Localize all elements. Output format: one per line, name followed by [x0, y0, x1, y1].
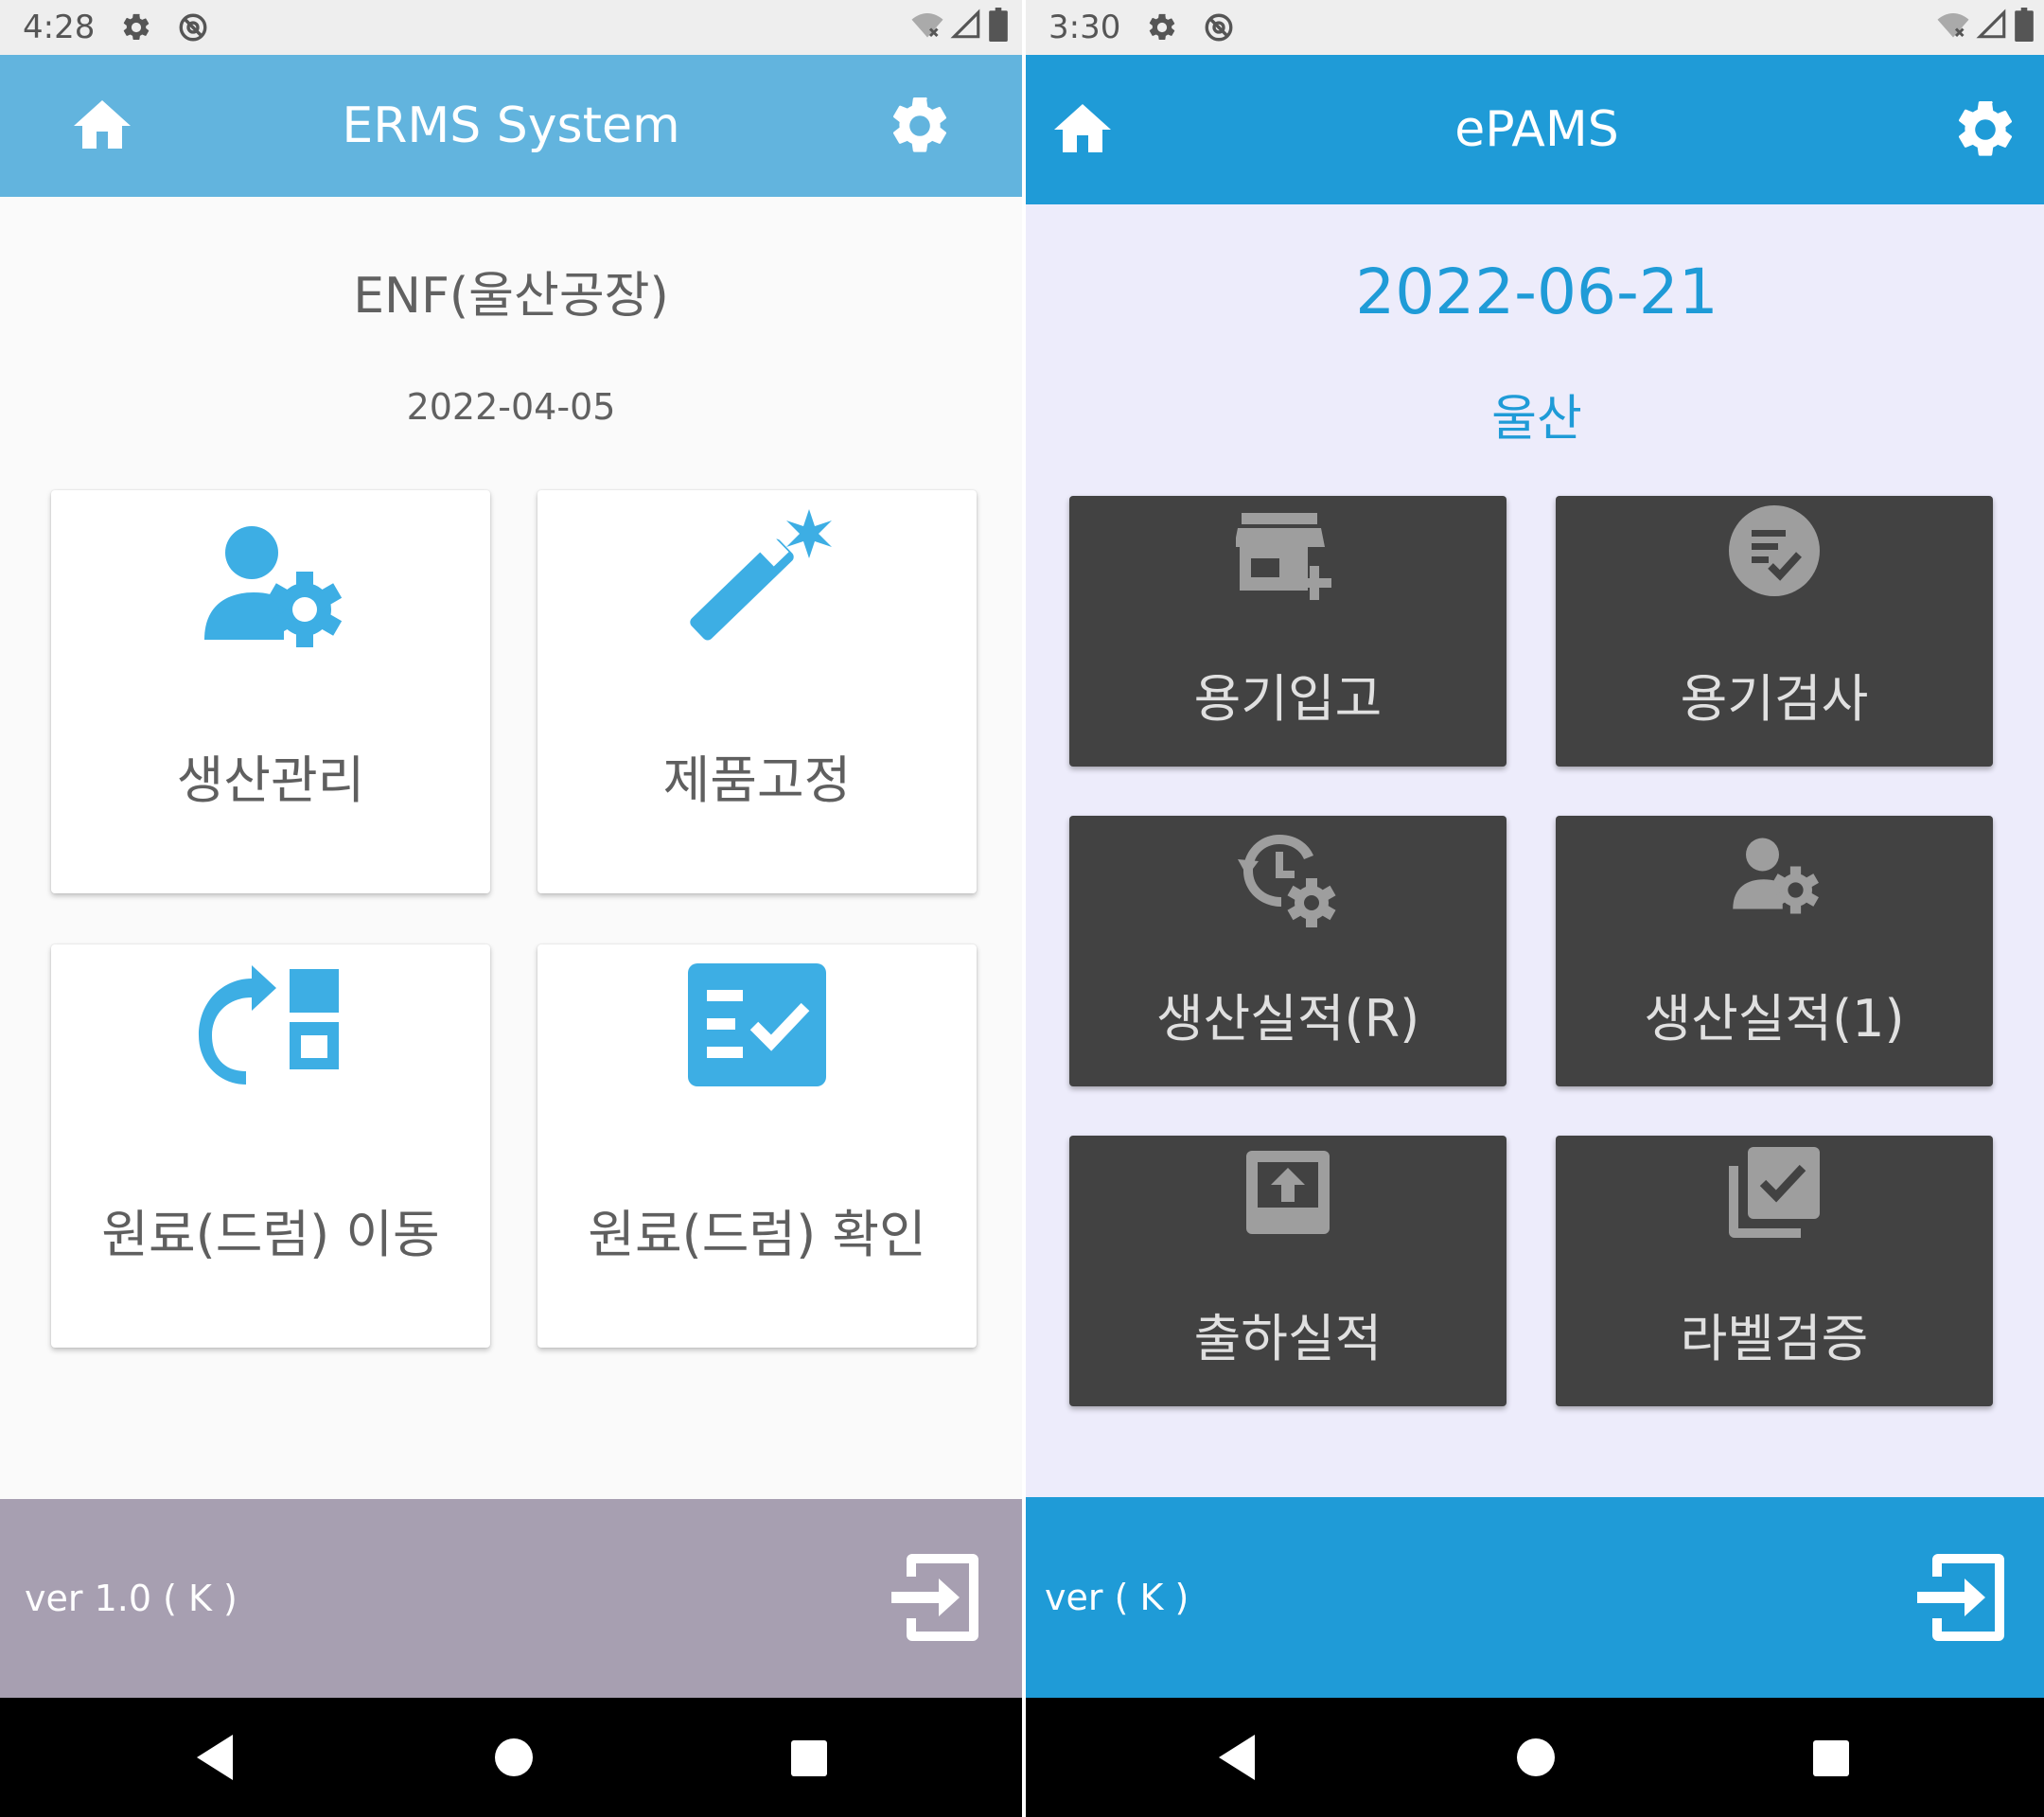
menu-label: 원료(드럼) 확인	[588, 1205, 926, 1264]
wifi-off-icon	[910, 8, 944, 45]
magic-wand-icon	[677, 500, 837, 655]
menu-card-container-inspection[interactable]: 용기검사	[1556, 496, 1993, 767]
app-bar: ERMS System	[0, 55, 1022, 197]
version-text: ver ( K )	[1045, 1577, 1189, 1618]
status-time: 3:30	[1048, 9, 1121, 46]
home-nav-button[interactable]	[1507, 1729, 1564, 1786]
wifi-off-icon	[1936, 8, 1970, 45]
menu-label: 제품고정	[662, 750, 852, 810]
menu-label: 원료(드럼) 이동	[101, 1205, 440, 1264]
recents-square-icon	[791, 1740, 827, 1776]
upload-tray-icon	[1244, 1149, 1331, 1240]
footer-bar: ver 1.0 ( K )	[0, 1499, 1022, 1698]
menu-card-container-receiving[interactable]: 용기입고	[1069, 496, 1507, 767]
menu-label: 출하실적	[1193, 1309, 1383, 1368]
sync-off-icon	[1200, 9, 1238, 46]
menu-card-material-check[interactable]: 원료(드럼) 확인	[537, 944, 977, 1348]
footer-bar: ver ( K )	[1026, 1497, 2044, 1698]
home-button[interactable]	[1048, 96, 1117, 164]
home-circle-icon	[495, 1738, 533, 1776]
signal-icon	[950, 9, 982, 44]
settings-notification-icon	[1143, 9, 1181, 46]
site-name: 울산	[1491, 391, 1582, 448]
home-button[interactable]	[68, 92, 136, 160]
checklist-icon	[688, 963, 826, 1090]
signal-icon	[1976, 9, 2008, 44]
menu-card-product-fix[interactable]: 제품고정	[537, 490, 977, 893]
library-check-icon	[1727, 1145, 1822, 1244]
gear-icon	[892, 97, 947, 152]
company-name: ENF(울산공장)	[353, 268, 669, 325]
status-time: 4:28	[23, 9, 96, 46]
settings-button[interactable]	[1951, 96, 2019, 164]
menu-card-material-move[interactable]: 원료(드럼) 이동	[51, 944, 490, 1348]
menu-card-production-management[interactable]: 생산관리	[51, 490, 490, 893]
battery-icon	[2014, 8, 2035, 45]
current-date: 2022-04-05	[406, 386, 616, 428]
menu-label: 생산관리	[176, 750, 365, 810]
check-circle-list-icon	[1727, 503, 1822, 602]
home-icon	[1054, 104, 1111, 152]
menu-label: 라벨검증	[1680, 1309, 1869, 1368]
battery-icon	[988, 8, 1009, 45]
epams-phone-screen: 3:30 ePAMS 2022-06-21 울산 용기입고 용기검사 생산실적(…	[1026, 0, 2044, 1817]
back-button[interactable]	[1211, 1729, 1268, 1786]
logout-button[interactable]	[886, 1548, 984, 1647]
current-date: 2022-06-21	[1355, 256, 1718, 328]
gear-icon	[1958, 100, 2013, 156]
app-title: ERMS System	[342, 97, 680, 154]
status-bar: 3:30	[1026, 0, 2044, 55]
menu-label: 용기검사	[1680, 669, 1869, 729]
back-triangle-icon	[197, 1735, 233, 1780]
history-settings-icon	[1236, 827, 1340, 935]
home-icon	[74, 100, 131, 149]
menu-card-production-result-1[interactable]: 생산실적(1)	[1556, 816, 1993, 1086]
home-nav-button[interactable]	[485, 1729, 542, 1786]
sync-off-icon	[174, 9, 212, 46]
android-nav-bar	[1026, 1698, 2044, 1817]
back-button[interactable]	[189, 1729, 246, 1786]
version-text: ver 1.0 ( K )	[25, 1578, 238, 1619]
move-items-icon	[195, 961, 346, 1088]
home-circle-icon	[1517, 1738, 1555, 1776]
logout-button[interactable]	[1912, 1548, 2010, 1647]
store-add-icon	[1234, 509, 1340, 608]
android-nav-bar	[0, 1698, 1022, 1817]
menu-card-shipment-result[interactable]: 출하실적	[1069, 1136, 1507, 1406]
app-bar: ePAMS	[1026, 55, 2044, 204]
exit-icon	[1917, 1554, 2004, 1641]
recents-square-icon	[1813, 1740, 1849, 1776]
app-title: ePAMS	[1454, 101, 1619, 158]
settings-button[interactable]	[886, 92, 954, 160]
menu-card-production-result-r[interactable]: 생산실적(R)	[1069, 816, 1507, 1086]
status-bar: 4:28	[0, 0, 1022, 55]
recents-button[interactable]	[1802, 1729, 1859, 1786]
menu-label: 생산실적(1)	[1644, 989, 1905, 1049]
back-triangle-icon	[1219, 1735, 1255, 1780]
menu-label: 용기입고	[1193, 669, 1383, 729]
user-settings-icon	[1727, 831, 1822, 920]
menu-card-label-verification[interactable]: 라벨검증	[1556, 1136, 1993, 1406]
user-settings-icon	[195, 517, 346, 653]
exit-icon	[891, 1554, 978, 1641]
erms-phone-screen: 4:28 ERMS System ENF(울산공장) 2022-04-05 생산…	[0, 0, 1022, 1817]
recents-button[interactable]	[780, 1729, 837, 1786]
menu-label: 생산실적(R)	[1155, 989, 1420, 1049]
settings-notification-icon	[117, 9, 155, 46]
